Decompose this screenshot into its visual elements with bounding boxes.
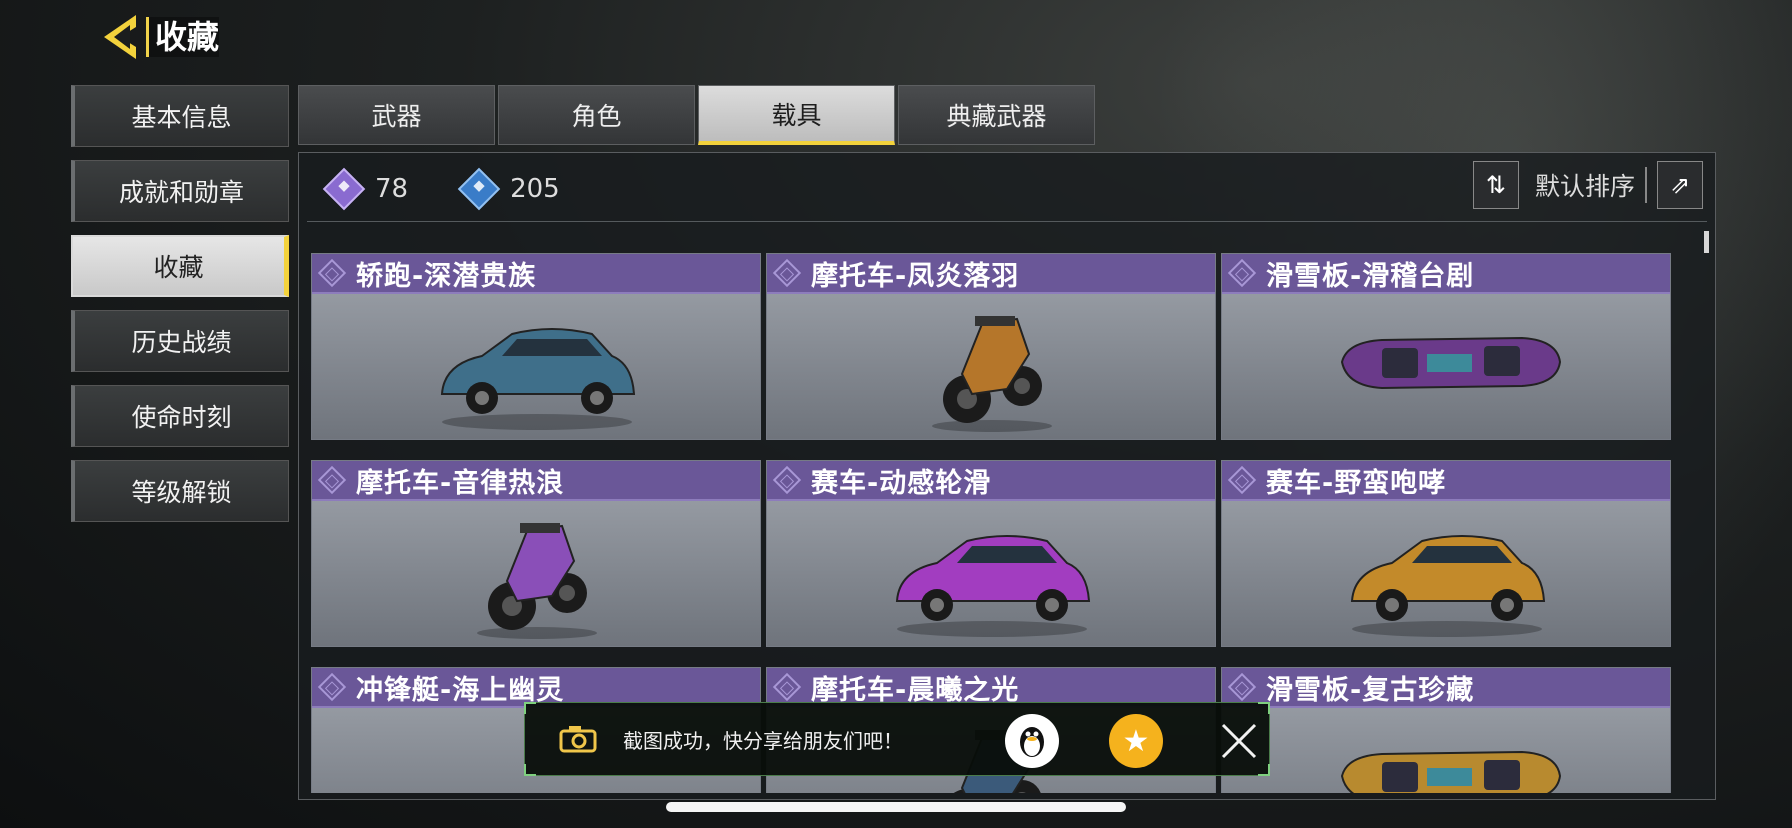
bike-vehicle-image bbox=[932, 316, 1052, 432]
sort-toggle-icon[interactable]: ⇅ bbox=[1472, 161, 1519, 209]
board-vehicle-image bbox=[1340, 336, 1562, 390]
card-header: 赛车-动感轮滑 bbox=[767, 461, 1215, 501]
vehicle-card[interactable]: 摩托车-音律热浪 bbox=[311, 460, 761, 647]
toast-corner bbox=[524, 702, 536, 714]
screenshot-share-toast: 截图成功，快分享给朋友们吧！ ★ bbox=[524, 702, 1270, 776]
vehicle-name: 摩托车-音律热浪 bbox=[356, 467, 565, 499]
tab-collector-weapons[interactable]: 典藏武器 bbox=[898, 85, 1095, 145]
vehicle-name: 滑雪板-滑稽台剧 bbox=[1266, 260, 1475, 292]
vehicle-preview bbox=[1222, 294, 1670, 439]
vehicle-card[interactable]: 滑雪板-复古珍藏 bbox=[1221, 667, 1671, 793]
car-vehicle-image bbox=[895, 535, 1091, 637]
stat-blue: 205 bbox=[457, 167, 560, 211]
stat-value: 205 bbox=[510, 174, 560, 204]
quality-diamond-icon bbox=[317, 465, 347, 495]
quality-diamond-icon bbox=[1227, 258, 1257, 288]
left-nav: 基本信息 成就和勋章 收藏 历史战绩 使命时刻 等级解锁 bbox=[71, 85, 289, 535]
nav-item-level-unlock[interactable]: 等级解锁 bbox=[71, 460, 289, 522]
tab-label: 角色 bbox=[571, 102, 622, 131]
vehicle-name: 赛车-野蛮咆哮 bbox=[1266, 467, 1447, 499]
vehicle-card[interactable]: 轿跑-深潜贵族 bbox=[311, 253, 761, 440]
board-vehicle-image bbox=[1340, 750, 1562, 793]
card-header: 滑雪板-滑稽台剧 bbox=[1222, 254, 1670, 294]
vehicle-name: 轿跑-深潜贵族 bbox=[356, 260, 537, 292]
vehicle-preview bbox=[767, 501, 1215, 646]
rarity-counts: 78 205 bbox=[322, 167, 616, 211]
vehicle-preview bbox=[767, 294, 1215, 439]
quality-diamond-icon bbox=[772, 258, 802, 288]
nav-item-label: 历史战绩 bbox=[131, 328, 232, 357]
qq-share-button[interactable] bbox=[1005, 714, 1059, 768]
quality-diamond-icon bbox=[317, 672, 347, 702]
vehicle-preview bbox=[1222, 501, 1670, 646]
tab-characters[interactable]: 角色 bbox=[498, 85, 695, 145]
nav-item-label: 使命时刻 bbox=[131, 403, 232, 432]
card-header: 轿跑-深潜贵族 bbox=[312, 254, 760, 294]
sort-label[interactable]: 默认排序 bbox=[1535, 167, 1647, 203]
qq-penguin-icon bbox=[1020, 727, 1044, 757]
category-tabs: 武器 角色 载具 典藏武器 bbox=[298, 85, 1098, 145]
vehicle-name: 摩托车-凤炎落羽 bbox=[811, 260, 1020, 292]
nav-item-label: 成就和勋章 bbox=[118, 178, 244, 207]
divider bbox=[307, 221, 1707, 222]
vehicle-preview bbox=[1222, 708, 1670, 793]
quality-diamond-icon bbox=[772, 465, 802, 495]
quality-diamond-icon bbox=[1227, 672, 1257, 702]
toast-message: 截图成功，快分享给朋友们吧！ bbox=[623, 728, 903, 753]
nav-item-label: 等级解锁 bbox=[131, 478, 232, 507]
card-header: 滑雪板-复古珍藏 bbox=[1222, 668, 1670, 708]
stat-value: 78 bbox=[375, 174, 409, 204]
card-header: 摩托车-凤炎落羽 bbox=[767, 254, 1215, 294]
toast-corner bbox=[1258, 702, 1270, 714]
page-title: 收藏 bbox=[146, 17, 220, 57]
nav-item-basic-info[interactable]: 基本信息 bbox=[71, 85, 289, 147]
quality-diamond-icon bbox=[1227, 465, 1257, 495]
home-indicator[interactable] bbox=[666, 802, 1126, 812]
vehicle-card[interactable]: 赛车-动感轮滑 bbox=[766, 460, 1216, 647]
nav-item-collection[interactable]: 收藏 bbox=[71, 235, 289, 297]
nav-item-moments[interactable]: 使命时刻 bbox=[71, 385, 289, 447]
nav-item-label: 基本信息 bbox=[131, 103, 232, 132]
quality-diamond-icon bbox=[772, 672, 802, 702]
bike-vehicle-image bbox=[477, 523, 597, 639]
tab-label: 载具 bbox=[771, 100, 822, 130]
quality-diamond-icon bbox=[317, 258, 347, 288]
back-button[interactable]: 收藏 bbox=[100, 12, 224, 62]
nav-item-achievements[interactable]: 成就和勋章 bbox=[71, 160, 289, 222]
blue-gem-icon bbox=[457, 167, 501, 211]
card-header: 摩托车-音律热浪 bbox=[312, 461, 760, 501]
nav-item-label: 收藏 bbox=[153, 253, 204, 282]
vehicle-preview bbox=[312, 294, 760, 439]
tab-vehicles[interactable]: 载具 bbox=[698, 85, 895, 145]
nav-item-history[interactable]: 历史战绩 bbox=[71, 310, 289, 372]
vehicle-card[interactable]: 滑雪板-滑稽台剧 bbox=[1221, 253, 1671, 440]
back-arrow-icon bbox=[104, 15, 136, 59]
tab-label: 典藏武器 bbox=[946, 102, 1047, 131]
share-icon[interactable]: ⇗ bbox=[1657, 161, 1703, 209]
qzone-share-button[interactable]: ★ bbox=[1109, 714, 1163, 768]
toast-corner bbox=[1258, 764, 1270, 776]
car-vehicle-image bbox=[440, 328, 636, 430]
toast-corner bbox=[524, 764, 536, 776]
stat-purple: 78 bbox=[322, 167, 409, 211]
purple-gem-icon bbox=[322, 167, 366, 211]
car-vehicle-image bbox=[1350, 535, 1546, 637]
vehicle-preview bbox=[312, 501, 760, 646]
tab-weapons[interactable]: 武器 bbox=[298, 85, 495, 145]
vehicle-name: 冲锋艇-海上幽灵 bbox=[356, 674, 565, 706]
close-icon[interactable] bbox=[1217, 719, 1261, 763]
vehicle-name: 摩托车-晨曦之光 bbox=[811, 674, 1020, 706]
vehicle-card[interactable]: 赛车-野蛮咆哮 bbox=[1221, 460, 1671, 647]
card-header: 赛车-野蛮咆哮 bbox=[1222, 461, 1670, 501]
star-icon: ★ bbox=[1122, 723, 1150, 759]
vehicle-card[interactable]: 摩托车-凤炎落羽 bbox=[766, 253, 1216, 440]
scrollbar[interactable] bbox=[1704, 231, 1709, 253]
sort-controls: ⇅ 默认排序 ⇗ bbox=[1472, 161, 1703, 209]
tab-label: 武器 bbox=[371, 102, 422, 131]
vehicle-name: 滑雪板-复古珍藏 bbox=[1266, 674, 1475, 706]
vehicle-name: 赛车-动感轮滑 bbox=[811, 467, 992, 499]
camera-icon bbox=[559, 726, 597, 753]
